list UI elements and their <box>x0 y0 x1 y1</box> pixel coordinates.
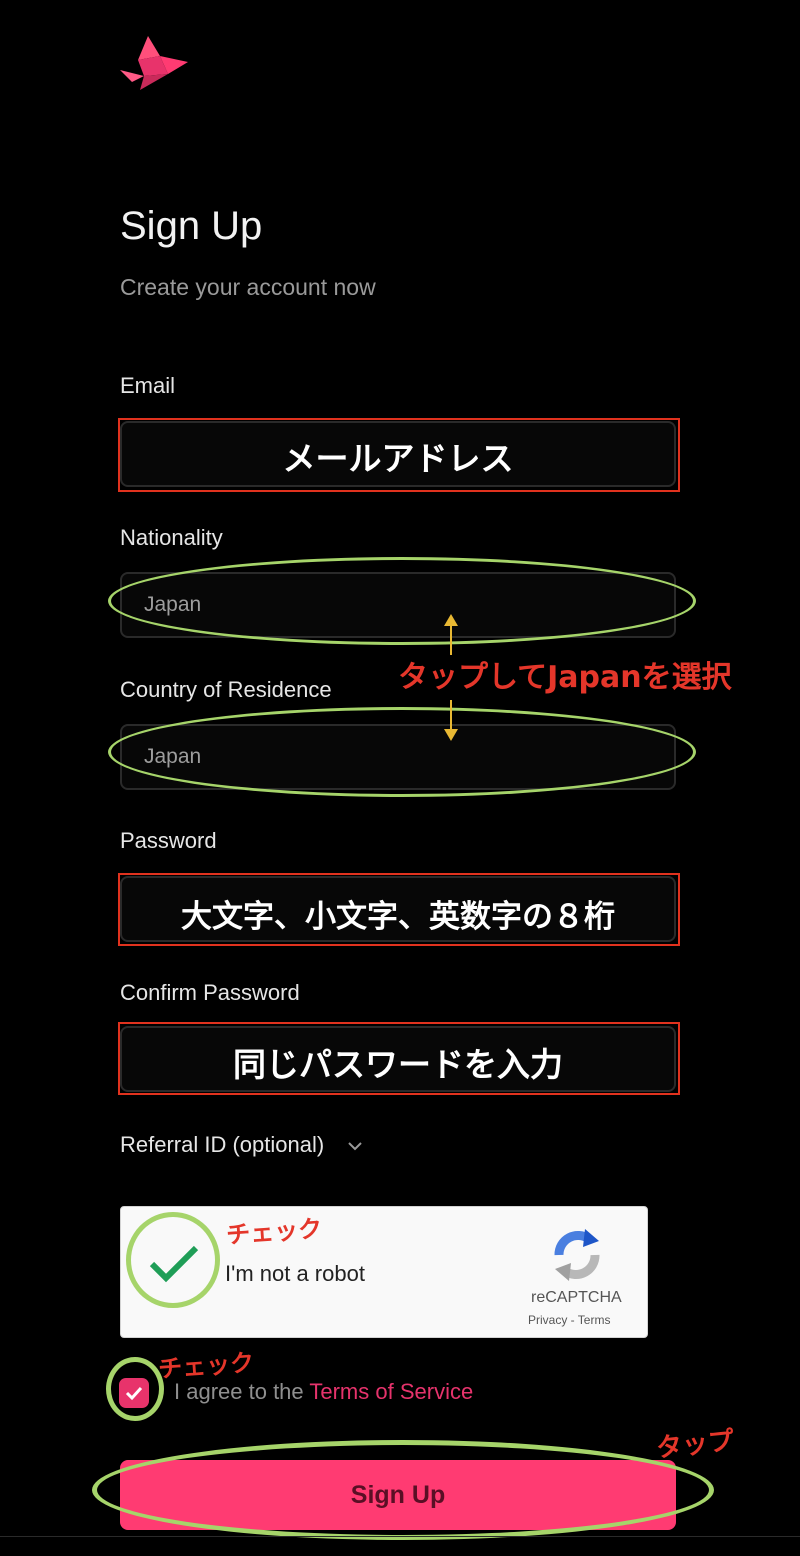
terms-agree-text: I agree to the Terms of Service <box>174 1379 473 1405</box>
nationality-label: Nationality <box>120 525 223 550</box>
check-annotation-1: チェック <box>225 1214 324 1250</box>
referral-toggle[interactable]: Referral ID (optional) <box>120 1132 364 1158</box>
password-note: 大文字、小文字、英数字の８桁 <box>181 899 615 935</box>
signup-highlight-ellipse <box>92 1440 714 1540</box>
arrow-down-icon <box>444 729 458 741</box>
terms-check-highlight <box>106 1357 164 1421</box>
tap-select-annotation: タップしてJapanを選択 <box>398 660 732 695</box>
recaptcha-links[interactable]: Privacy - Terms <box>528 1313 610 1327</box>
dragon-logo-icon <box>120 36 188 90</box>
recaptcha-text: I'm not a robot <box>225 1261 365 1286</box>
tap-annotation: タップ <box>654 1425 736 1464</box>
recaptcha-logo-icon <box>554 1229 600 1281</box>
page-subtitle: Create your account now <box>120 274 376 300</box>
confirm-password-label: Confirm Password <box>120 980 300 1005</box>
residence-highlight-ellipse <box>108 707 696 797</box>
referral-label: Referral ID (optional) <box>120 1132 325 1157</box>
email-note: メールアドレス <box>282 439 514 478</box>
terms-prefix: I agree to the <box>174 1379 304 1404</box>
arrow-line-bottom <box>450 700 452 730</box>
captcha-checkmark-icon[interactable] <box>148 1244 200 1284</box>
password-label: Password <box>120 828 217 853</box>
chevron-down-icon <box>348 1142 363 1151</box>
terms-of-service-link[interactable]: Terms of Service <box>309 1379 473 1404</box>
arrow-line-top <box>450 625 452 655</box>
confirm-password-note: 同じパスワードを入力 <box>233 1045 563 1084</box>
page-title: Sign Up <box>120 204 263 248</box>
bottom-divider <box>0 1536 800 1537</box>
residence-label: Country of Residence <box>120 677 332 702</box>
nationality-highlight-ellipse <box>108 557 696 645</box>
email-label: Email <box>120 373 176 398</box>
recaptcha-brand: reCAPTCHA <box>531 1289 622 1306</box>
